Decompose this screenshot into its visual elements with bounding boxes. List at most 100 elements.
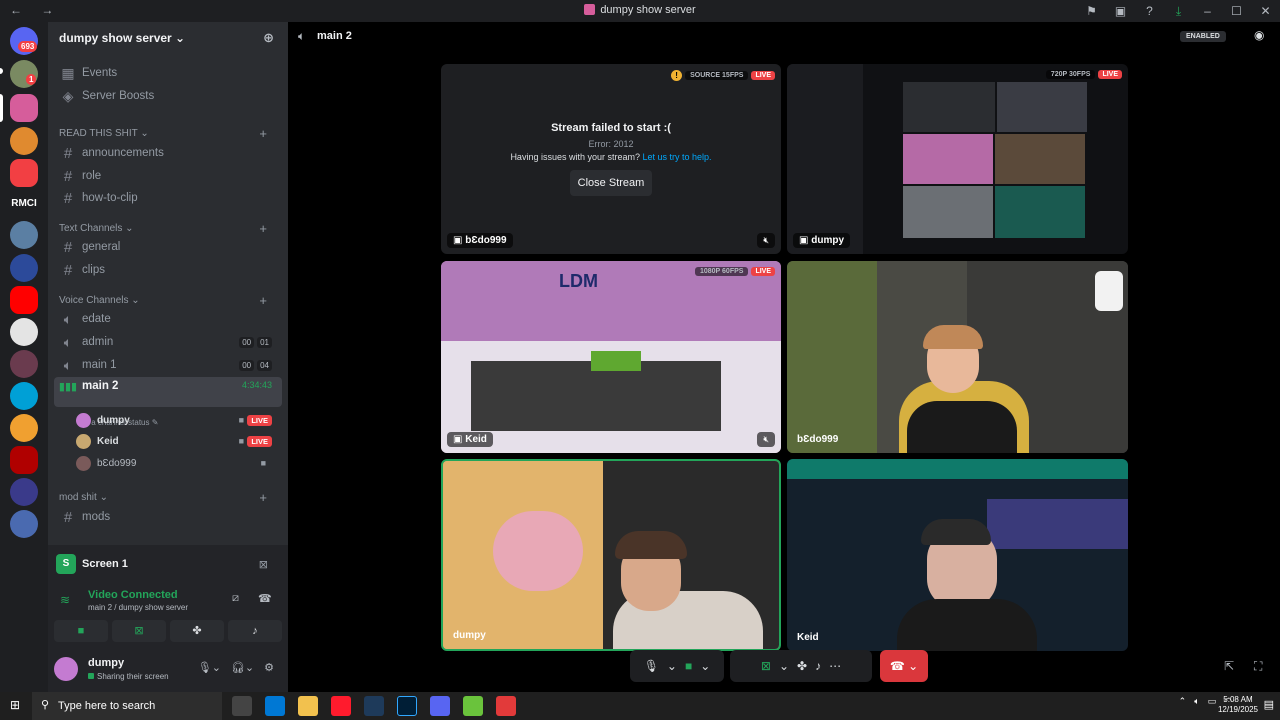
channel-mods[interactable]: # mods xyxy=(54,506,282,528)
chevron-up-icon[interactable]: ⌃ xyxy=(1179,696,1187,707)
volume-icon[interactable]: 🔈︎ xyxy=(1194,696,1199,707)
chevron-down-icon[interactable]: ⌄ xyxy=(779,659,789,673)
download-icon[interactable]: ⤓ xyxy=(1164,4,1193,19)
activities-icon[interactable]: ✤ xyxy=(797,659,807,673)
file-explorer-icon[interactable] xyxy=(298,696,318,716)
guild-icon[interactable] xyxy=(10,159,38,187)
muted-icon[interactable]: 🔇︎ xyxy=(757,432,775,447)
category-mod-shit[interactable]: mod shit ⌄ + xyxy=(59,490,279,505)
app-icon[interactable] xyxy=(496,696,516,716)
chat-icon[interactable]: ◉ xyxy=(1254,28,1264,42)
activities-button[interactable]: ✤ xyxy=(170,620,224,642)
screen-share-button[interactable]: ⊠ xyxy=(112,620,166,642)
video-tile-keid[interactable]: Keid xyxy=(787,459,1128,651)
add-channel-icon[interactable]: + xyxy=(259,490,267,505)
opera-icon[interactable] xyxy=(331,696,351,716)
guild-icon[interactable] xyxy=(10,478,38,506)
enabled-badge[interactable]: ENABLED xyxy=(1180,31,1226,42)
windows-start-icon[interactable]: ⊞ xyxy=(10,698,20,712)
chevron-down-icon[interactable]: ⌄ xyxy=(700,659,710,673)
gear-icon[interactable]: ⚙ xyxy=(264,661,274,674)
channel-how-to-clip[interactable]: # how-to-clip xyxy=(54,187,282,209)
voice-user-bedo999[interactable]: bƐdo999 ■ xyxy=(76,453,276,473)
youtube-guild-icon[interactable] xyxy=(10,286,38,314)
voice-user-keid[interactable]: Keid ■ LIVE xyxy=(76,431,276,451)
muted-icon[interactable]: 🔇︎ xyxy=(757,233,775,248)
camera-button[interactable]: ■ xyxy=(54,620,108,642)
video-tile-dumpy[interactable]: dumpy xyxy=(441,459,781,651)
avatar[interactable] xyxy=(54,657,78,681)
voice-channel-main-2[interactable]: ▮▮▮ main 2 4:34:43 xyxy=(54,377,282,407)
help-icon[interactable]: ? xyxy=(1135,4,1164,18)
headphones-icon[interactable]: 🎧︎⌄ xyxy=(231,661,254,674)
category-read-this-shit[interactable]: READ THIS SHIT ⌄ + xyxy=(59,126,279,141)
sidebar-item-server-boosts[interactable]: ◈ Server Boosts xyxy=(54,85,282,107)
camera-icon[interactable]: ■ xyxy=(685,659,692,673)
task-view-icon[interactable] xyxy=(232,696,252,716)
voice-user-dumpy[interactable]: dumpy ■ LIVE xyxy=(76,410,276,430)
channel-name: main 2 xyxy=(317,30,352,42)
network-icon[interactable]: ▭ xyxy=(1208,696,1217,707)
minimize-button[interactable]: – xyxy=(1193,4,1222,18)
stream-tile-dumpy[interactable]: 720P 30FPS LIVE ▣ dumpy xyxy=(787,64,1128,254)
disconnect-icon[interactable]: ☎ xyxy=(258,592,272,605)
guild-icon[interactable] xyxy=(10,382,38,410)
guild-icon[interactable] xyxy=(10,414,38,442)
microphone-icon[interactable]: 🎙︎ xyxy=(644,659,659,673)
video-tile-bedo999[interactable]: bƐdo999 xyxy=(787,261,1128,453)
add-channel-icon[interactable]: + xyxy=(259,293,267,308)
invite-icon[interactable]: ⊕ xyxy=(263,30,274,46)
taskbar-search[interactable]: ⚲ Type here to search xyxy=(32,692,222,720)
server-header[interactable]: dumpy show server ⌄ ⊕ xyxy=(48,22,288,54)
voice-channel-edate[interactable]: 🔈︎ edate xyxy=(54,308,282,330)
add-channel-icon[interactable]: + xyxy=(259,126,267,141)
channel-role[interactable]: # role xyxy=(54,165,282,187)
sidebar-item-events[interactable]: ▦ Events xyxy=(54,62,282,84)
photoshop-icon[interactable] xyxy=(397,696,417,716)
category-text-channels[interactable]: Text Channels ⌄ + xyxy=(59,221,279,236)
vegas-icon[interactable] xyxy=(364,696,384,716)
stream-tile-keid[interactable]: LDM 1080P 60FPS LIVE ▣ Keid 🔇︎ xyxy=(441,261,781,453)
app-icon[interactable] xyxy=(463,696,483,716)
channel-clips[interactable]: # clips xyxy=(54,259,282,281)
close-button[interactable]: ✕ xyxy=(1251,4,1280,18)
soundboard-button[interactable]: ♪ xyxy=(228,620,282,642)
chevron-down-icon[interactable]: ⌄ xyxy=(667,659,677,673)
close-stream-button[interactable]: Close Stream xyxy=(570,170,652,196)
guild-icon[interactable] xyxy=(10,446,38,474)
voice-channel-admin[interactable]: 🔈︎ admin 00 01 xyxy=(54,331,282,353)
guild-icon[interactable] xyxy=(10,350,38,378)
screen-share-indicator[interactable]: S Screen 1 ⊠ xyxy=(56,551,278,577)
voice-channel-main-1[interactable]: 🔈︎ main 1 00 04 xyxy=(54,354,282,376)
soundboard-icon[interactable]: ♪ xyxy=(815,659,821,673)
guild-icon[interactable] xyxy=(10,510,38,538)
fullscreen-icon[interactable]: ⛶ xyxy=(1254,659,1262,674)
clock[interactable]: 5:08 AM 12/19/2025 xyxy=(1218,695,1258,715)
guild-icon[interactable] xyxy=(10,127,38,155)
guild-dumpy-show-server[interactable] xyxy=(10,94,38,122)
add-channel-icon[interactable]: + xyxy=(259,221,267,236)
help-link[interactable]: Let us try to help. xyxy=(643,152,712,162)
channel-announcements[interactable]: # announcements xyxy=(54,142,282,164)
stream-tile-bedo999[interactable]: ! SOURCE 15FPS LIVE Stream failed to start… xyxy=(441,64,781,254)
noise-suppression-icon[interactable]: ⧄ xyxy=(232,592,239,605)
discord-icon[interactable] xyxy=(430,696,450,716)
maximize-button[interactable]: ☐ xyxy=(1222,4,1251,18)
inbox-icon[interactable]: ⚑ xyxy=(1077,4,1106,18)
category-voice-channels[interactable]: Voice Channels ⌄ + xyxy=(59,293,279,308)
screen-share-icon[interactable]: ⊠ xyxy=(761,659,771,673)
more-icon[interactable]: ⋯ xyxy=(829,659,841,673)
guild-icon[interactable] xyxy=(10,221,38,249)
guild-bar: 693 1 RMCI xyxy=(0,22,48,692)
stop-share-icon[interactable]: ⊠ xyxy=(259,558,268,571)
microphone-icon[interactable]: 🎙︎⌄ xyxy=(198,661,221,674)
screen-icon[interactable]: ▣ xyxy=(1106,4,1135,18)
notifications-icon[interactable]: ▤ xyxy=(1264,698,1274,711)
guild-text-icon[interactable]: RMCI xyxy=(10,190,38,218)
disconnect-button[interactable]: ☎ ⌄ xyxy=(880,650,928,682)
guild-icon[interactable] xyxy=(10,318,38,346)
app-icon[interactable] xyxy=(265,696,285,716)
channel-general[interactable]: # general xyxy=(54,236,282,258)
popout-icon[interactable]: ⇱ xyxy=(1224,659,1234,673)
guild-icon[interactable] xyxy=(10,254,38,282)
